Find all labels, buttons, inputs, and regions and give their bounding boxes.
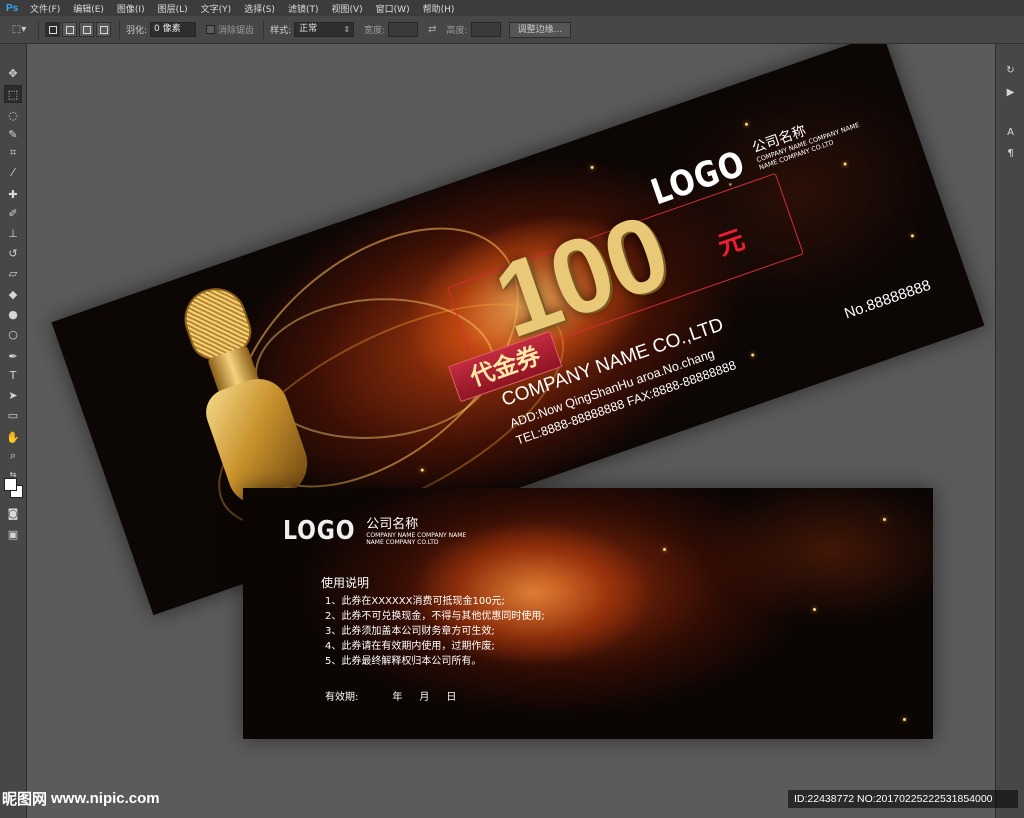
sparkle	[663, 548, 666, 551]
watermark-site-name: 昵图网	[2, 790, 48, 808]
sparkle	[813, 608, 816, 611]
subtract-selection-icon[interactable]	[79, 22, 94, 37]
menu-bar: Ps 文件(F) 编辑(E) 图像(I) 图层(L) 文字(Y) 选择(S) 滤…	[0, 0, 1024, 16]
sparkle	[910, 233, 915, 238]
dodge-tool-icon[interactable]: ○	[4, 325, 22, 343]
menu-filter[interactable]: 滤镜(T)	[288, 2, 319, 15]
site-watermark: 昵图网 www.nipic.com	[2, 788, 160, 809]
validity-year: 年	[392, 692, 403, 703]
screen-mode-icon[interactable]: ▣	[4, 525, 22, 543]
marquee-preset-icon[interactable]: ⬚▾	[8, 22, 30, 37]
pen-tool-icon[interactable]: ✒	[4, 347, 22, 365]
path-select-tool-icon[interactable]: ➤	[4, 386, 22, 404]
validity-label: 有效期:	[325, 692, 359, 703]
validity-month: 月	[419, 692, 430, 703]
hand-tool-icon[interactable]: ✋	[4, 428, 22, 446]
quick-select-tool-icon[interactable]: ✎	[4, 125, 22, 143]
menu-layer[interactable]: 图层(L)	[158, 2, 188, 15]
refine-edge-button[interactable]: 调整边缘...	[508, 21, 572, 38]
sparkle	[903, 718, 906, 721]
paint-bucket-tool-icon[interactable]: ◆	[4, 285, 22, 303]
photoshop-logo[interactable]: Ps	[0, 3, 30, 14]
foreground-color-swatch-front	[4, 478, 17, 491]
instruction-item: 1、此券在XXXXXX消费可抵现金100元;	[325, 596, 505, 607]
add-selection-icon[interactable]	[62, 22, 77, 37]
lasso-tool-icon[interactable]: ◌	[4, 106, 22, 124]
image-id-watermark: ID:22438772 NO:20170225222531854000	[788, 790, 1018, 808]
intersect-selection-icon[interactable]	[96, 22, 111, 37]
width-label: 宽度:	[364, 26, 386, 36]
menu-type[interactable]: 文字(Y)	[201, 2, 232, 15]
instruction-item: 4、此券请在有效期内使用，过期作废;	[325, 641, 495, 652]
marquee-tool-icon[interactable]: ⬚	[4, 85, 22, 103]
menu-select[interactable]: 选择(S)	[244, 2, 275, 15]
validity-period: 有效期: 年 月 日	[325, 688, 473, 703]
paragraph-panel-icon[interactable]: ¶	[1002, 145, 1019, 162]
style-label: 样式:	[270, 26, 292, 36]
watermark-site-url: www.nipic.com	[51, 790, 160, 807]
quick-mask-icon[interactable]: ◙	[4, 504, 22, 522]
menu-image[interactable]: 图像(I)	[117, 2, 145, 15]
company-name-en-2: NAME COMPANY CO.LTD	[366, 539, 439, 546]
divider	[38, 20, 39, 39]
healing-brush-tool-icon[interactable]: ✚	[4, 185, 22, 203]
back-logo: LOGO 公司名称 COMPANY NAME COMPANY NAME NAME…	[283, 516, 467, 547]
height-input[interactable]	[470, 22, 501, 37]
zoom-tool-icon[interactable]: ⌕	[4, 447, 22, 465]
actions-panel-icon[interactable]: ▶	[1002, 84, 1019, 101]
eyedropper-tool-icon[interactable]: ⁄	[4, 163, 22, 181]
sparkle	[744, 122, 749, 127]
antialias-checkbox[interactable]	[206, 25, 216, 34]
clone-stamp-tool-icon[interactable]: ⊥	[4, 224, 22, 242]
new-selection-icon[interactable]	[45, 22, 60, 37]
feather-input[interactable]: 0 像素	[150, 22, 197, 37]
divider	[119, 20, 120, 39]
style-select[interactable]: 正常	[294, 22, 355, 37]
history-panel-icon[interactable]: ↻	[1002, 62, 1019, 79]
voucher-amount: 100	[481, 192, 682, 361]
menu-window[interactable]: 窗口(W)	[376, 2, 410, 15]
document-canvas[interactable]: LOGO 公司名称 COMPANY NAME COMPANY NAME NAME…	[28, 44, 995, 818]
menu-file[interactable]: 文件(F)	[30, 2, 60, 15]
divider	[263, 20, 265, 39]
antialias-label: 消除锯齿	[218, 26, 255, 36]
options-bar: ⬚▾ 羽化: 0 像素 消除锯齿 样式: 正常 宽度: ⇄ 高度: 调整边缘..…	[0, 16, 1024, 44]
panel-dock: ↻ ▶ A ¶	[995, 44, 1024, 818]
type-tool-icon[interactable]: T	[4, 366, 22, 384]
swap-icon[interactable]: ⇄	[428, 24, 436, 35]
instruction-item: 3、此券须加盖本公司财务章方可生效;	[325, 626, 495, 637]
sparkle	[750, 353, 755, 357]
blur-tool-icon[interactable]: ●	[4, 305, 22, 323]
menu-help[interactable]: 帮助(H)	[423, 2, 455, 15]
tools-panel: ✥ ⬚ ◌ ✎ ⌗ ⁄ ✚ ✐ ⊥ ↺ ▱ ◆ ● ○ ✒ T ➤ ▭ ✋ ⌕ …	[0, 44, 27, 818]
sparkle	[843, 162, 847, 166]
menu-edit[interactable]: 编辑(E)	[73, 2, 104, 15]
shape-tool-icon[interactable]: ▭	[4, 406, 22, 424]
company-name-cn: 公司名称	[366, 517, 419, 532]
feather-label: 羽化:	[126, 26, 148, 36]
instructions-title: 使用说明	[321, 576, 370, 590]
width-input[interactable]	[388, 22, 419, 37]
instruction-item: 5、此券最终解释权归本公司所有。	[325, 656, 482, 667]
instruction-item: 2、此券不可兑换现金，不得与其他优惠同时使用;	[325, 611, 545, 622]
photoshop-window: Ps 文件(F) 编辑(E) 图像(I) 图层(L) 文字(Y) 选择(S) 滤…	[0, 0, 1024, 818]
voucher-back: LOGO 公司名称 COMPANY NAME COMPANY NAME NAME…	[243, 488, 933, 739]
crop-tool-icon[interactable]: ⌗	[4, 144, 22, 162]
history-brush-tool-icon[interactable]: ↺	[4, 244, 22, 262]
sparkle	[883, 518, 886, 521]
company-name-en: COMPANY NAME COMPANY NAME	[366, 532, 467, 539]
move-tool-icon[interactable]: ✥	[4, 64, 22, 82]
instruction-list: 1、此券在XXXXXX消费可抵现金100元; 2、此券不可兑换现金，不得与其他优…	[325, 594, 545, 669]
serial-number: No.88888888	[842, 276, 933, 323]
character-panel-icon[interactable]: A	[1002, 124, 1019, 141]
eraser-tool-icon[interactable]: ▱	[4, 264, 22, 282]
sparkle	[590, 165, 595, 170]
validity-day: 日	[446, 692, 457, 703]
height-label: 高度:	[446, 26, 468, 36]
logo-text: LOGO	[283, 516, 356, 546]
menu-view[interactable]: 视图(V)	[331, 2, 362, 15]
brush-tool-icon[interactable]: ✐	[4, 204, 22, 222]
